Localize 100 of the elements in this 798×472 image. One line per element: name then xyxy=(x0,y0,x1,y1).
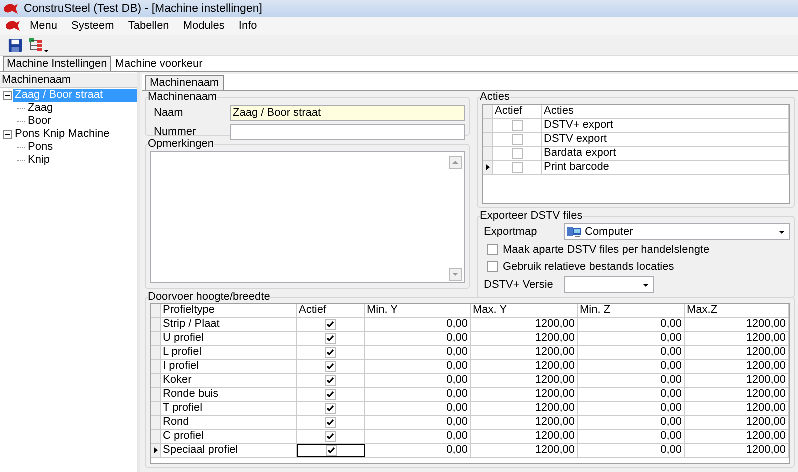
column-header: Max. Y xyxy=(471,304,578,317)
table-cell: Bardata export xyxy=(542,147,789,160)
checkbox[interactable] xyxy=(487,244,498,255)
checkbox[interactable] xyxy=(325,389,336,400)
group-title: Opmerkingen xyxy=(148,138,214,150)
group-title: Exporteer DSTV files xyxy=(480,210,583,222)
table-cell: 0,00 xyxy=(365,430,471,443)
field-label: DSTV+ Versie xyxy=(483,278,554,290)
table-cell: Speciaal profiel xyxy=(161,444,297,457)
column-header: Actief xyxy=(297,304,365,317)
tree-item[interactable]: Zaag xyxy=(26,102,56,115)
group-title: Doorvoer hoogte/breedte xyxy=(148,291,270,303)
checkbox[interactable] xyxy=(512,148,522,159)
menu-item[interactable]: Systeem xyxy=(64,20,122,32)
remarks-field[interactable] xyxy=(150,151,465,283)
checkbox[interactable] xyxy=(325,347,336,358)
table-cell: Print barcode xyxy=(542,161,789,174)
scroll-up-icon[interactable] xyxy=(449,156,462,169)
table-cell: 0,00 xyxy=(578,430,685,443)
column-header: Min. Z xyxy=(578,304,685,317)
field-label: Naam xyxy=(153,106,184,118)
field-label: Nummer xyxy=(153,126,198,138)
tree-item[interactable]: Boor xyxy=(26,115,54,128)
table-cell: 1200,00 xyxy=(685,374,789,387)
folder-dropdown[interactable]: Computer xyxy=(564,223,790,240)
table-cell: 1200,00 xyxy=(685,430,789,443)
table-cell: 1200,00 xyxy=(685,402,789,415)
table-cell: DSTV export xyxy=(542,133,789,146)
scroll-down-icon[interactable] xyxy=(449,268,462,281)
checkbox[interactable] xyxy=(325,319,336,330)
table-cell: DSTV+ export xyxy=(542,119,789,132)
collapse-icon[interactable] xyxy=(3,130,12,139)
row-header[interactable] xyxy=(483,161,493,174)
row-pointer-icon xyxy=(486,164,490,171)
table-cell: T profiel xyxy=(161,402,297,415)
table-cell: 1200,00 xyxy=(471,388,578,401)
table-cell: 1200,00 xyxy=(685,416,789,429)
tab[interactable]: Machinenaam xyxy=(145,75,224,90)
table-cell: 1200,00 xyxy=(471,318,578,331)
checkbox-label: Gebruik relatieve bestands locaties xyxy=(503,260,674,272)
table-cell: 0,00 xyxy=(365,416,471,429)
table-cell: 0,00 xyxy=(578,416,685,429)
computer-icon xyxy=(567,226,581,238)
tab[interactable]: Machine Instellingen xyxy=(3,56,112,71)
table-cell: Strip / Plaat xyxy=(161,318,297,331)
table-cell: 0,00 xyxy=(365,346,471,359)
table-cell: 1200,00 xyxy=(471,374,578,387)
checkbox[interactable] xyxy=(325,417,336,428)
menu-item[interactable]: Tabellen xyxy=(121,20,176,32)
checkbox[interactable] xyxy=(325,375,336,386)
logo-icon[interactable] xyxy=(5,20,21,32)
tree-item[interactable]: Pons Knip Machine xyxy=(13,128,112,141)
column-header: Max.Z xyxy=(685,304,789,317)
collapse-icon[interactable] xyxy=(3,91,12,100)
table-cell: Rond xyxy=(161,416,297,429)
menu-item[interactable]: Menu xyxy=(23,20,65,32)
group-title: Machinenaam xyxy=(148,91,218,103)
save-icon[interactable] xyxy=(8,38,23,52)
tree-item[interactable]: Pons xyxy=(26,141,56,154)
table-cell: 0,00 xyxy=(578,388,685,401)
window-title: ConstruSteel (Test DB) - [Machine instellingen] xyxy=(24,2,262,14)
menu-item[interactable]: Modules xyxy=(176,20,232,32)
column-header: Profieltype xyxy=(161,304,297,317)
checkbox[interactable] xyxy=(325,333,336,344)
checkbox[interactable] xyxy=(325,361,336,372)
tree-item[interactable]: Knip xyxy=(26,154,52,167)
table-cell: 1200,00 xyxy=(471,444,578,457)
text-field[interactable]: Zaag / Boor straat xyxy=(230,104,465,120)
table-cell: L profiel xyxy=(161,346,297,359)
checkbox[interactable] xyxy=(512,120,522,131)
table-cell: 0,00 xyxy=(578,346,685,359)
table-cell: 1200,00 xyxy=(685,388,789,401)
group-title: Acties xyxy=(480,91,510,103)
table-cell: 1200,00 xyxy=(685,346,789,359)
menu-item[interactable]: Info xyxy=(232,20,264,32)
table-cell: 1200,00 xyxy=(471,332,578,345)
table-cell: 0,00 xyxy=(365,374,471,387)
checkbox-label: Maak aparte DSTV files per handelslengte xyxy=(503,244,710,256)
table-cell: 0,00 xyxy=(365,332,471,345)
checkbox[interactable] xyxy=(325,403,336,414)
checkbox[interactable] xyxy=(487,261,498,272)
text-field[interactable] xyxy=(230,124,465,140)
table-cell: Koker xyxy=(161,374,297,387)
row-pointer-icon xyxy=(154,447,158,454)
table-cell: 0,00 xyxy=(365,388,471,401)
table-cell: Ronde buis xyxy=(161,388,297,401)
table-cell: 1200,00 xyxy=(685,444,789,457)
table-cell: 1200,00 xyxy=(685,318,789,331)
checkbox[interactable] xyxy=(512,162,522,173)
checkbox[interactable] xyxy=(326,445,336,456)
table-cell: I profiel xyxy=(161,360,297,373)
tree-icon[interactable] xyxy=(28,37,50,53)
table-cell: 1200,00 xyxy=(471,346,578,359)
checkbox[interactable] xyxy=(512,134,522,145)
column-header: Machinenaam xyxy=(0,72,137,88)
tab[interactable]: Machine voorkeur xyxy=(111,56,207,71)
row-header[interactable] xyxy=(151,444,161,457)
table-cell: 1200,00 xyxy=(471,360,578,373)
table-cell: 0,00 xyxy=(578,444,685,457)
checkbox[interactable] xyxy=(325,431,336,442)
